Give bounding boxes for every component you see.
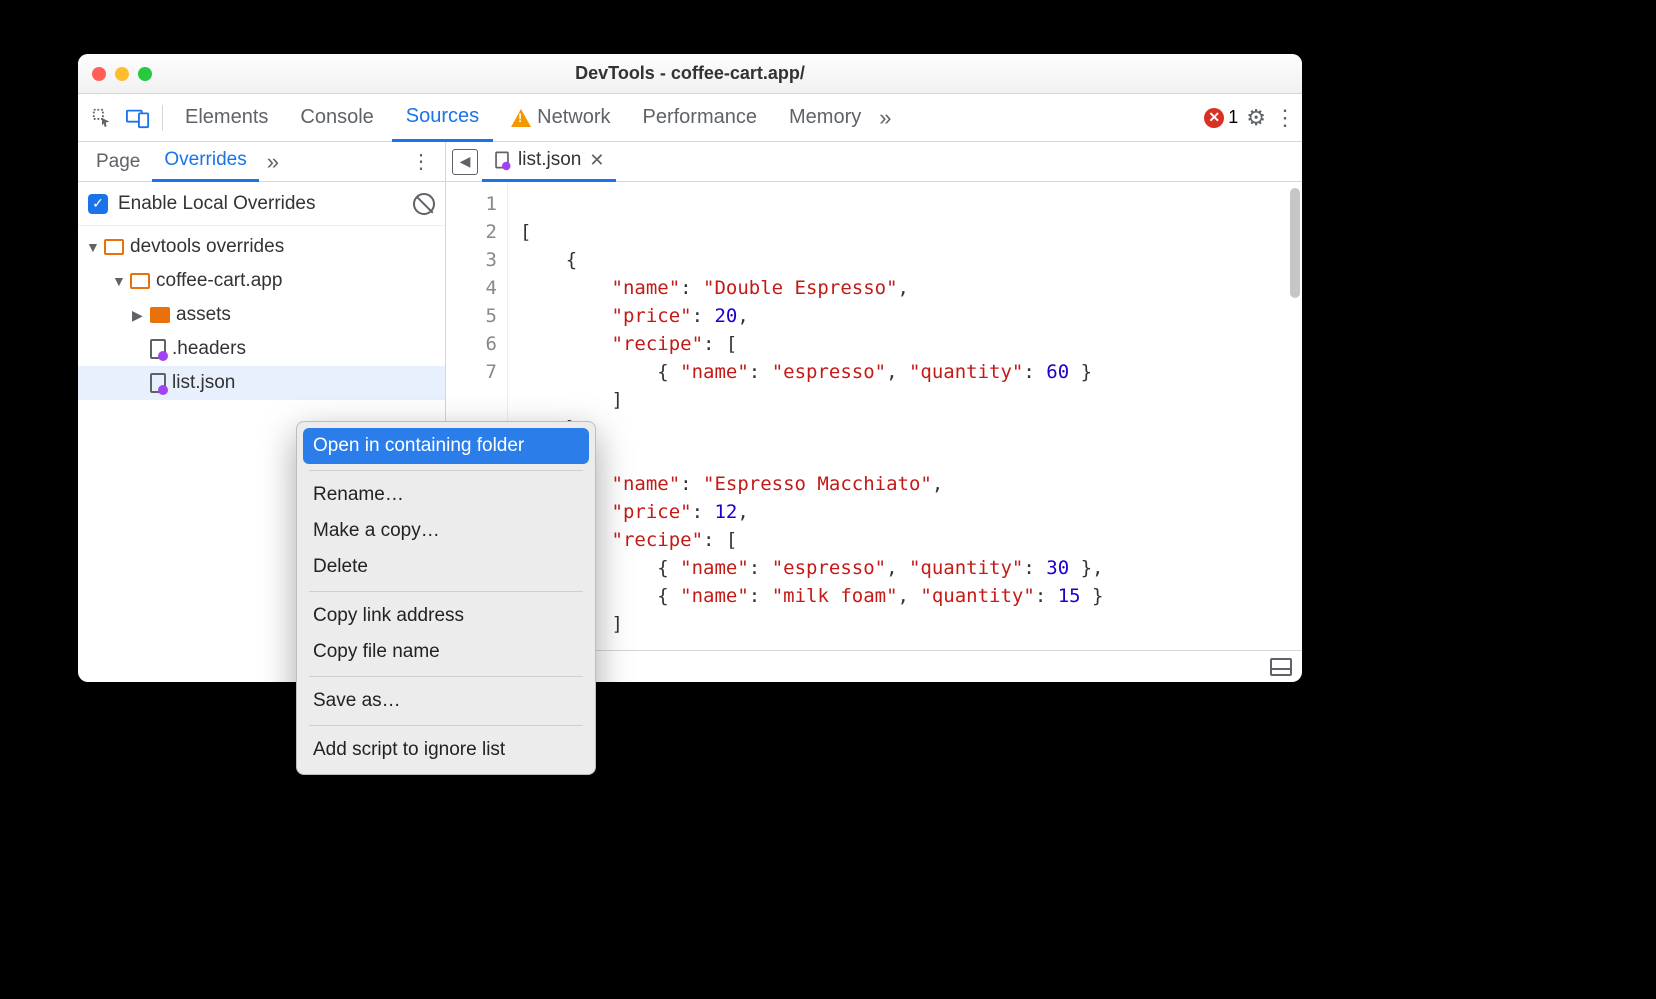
file-icon [150,339,166,359]
cm-make-copy[interactable]: Make a copy… [297,513,595,549]
disclosure-triangle-icon: ▼ [86,239,98,255]
toggle-navigator-icon[interactable]: ◀ [452,149,478,175]
line-number: 1 [446,190,497,218]
inspect-element-icon[interactable] [86,102,118,134]
devtools-window: DevTools - coffee-cart.app/ Elements Con… [78,54,1302,682]
tree-label: coffee-cart.app [156,270,282,292]
traffic-lights [92,67,152,81]
line-number: 7 [446,358,497,386]
enable-overrides-row: ✓ Enable Local Overrides [78,182,445,226]
enable-overrides-label: Enable Local Overrides [118,193,403,215]
cm-open-in-folder[interactable]: Open in containing folder [303,428,589,464]
close-window-button[interactable] [92,67,106,81]
cm-copy-link[interactable]: Copy link address [297,598,595,634]
tab-network[interactable]: Network [497,94,624,142]
line-number: 4 [446,274,497,302]
minimize-window-button[interactable] [115,67,129,81]
disclosure-triangle-icon: ▼ [112,273,124,289]
cm-rename[interactable]: Rename… [297,477,595,513]
kebab-menu-icon[interactable]: ⋮ [1274,105,1294,131]
line-number: 5 [446,302,497,330]
disclosure-triangle-icon: ▶ [132,307,144,324]
tree-folder-assets[interactable]: ▶ assets [78,298,445,332]
main-toolbar: Elements Console Sources Network Perform… [78,94,1302,142]
separator [309,470,583,471]
tab-sources[interactable]: Sources [392,94,493,142]
toggle-drawer-icon[interactable] [1270,658,1292,676]
cm-delete[interactable]: Delete [297,549,595,585]
tab-memory[interactable]: Memory [775,94,875,142]
device-toggle-icon[interactable] [122,102,154,134]
folder-icon [130,273,150,289]
enable-overrides-checkbox[interactable]: ✓ [88,194,108,214]
zoom-window-button[interactable] [138,67,152,81]
settings-icon[interactable]: ⚙ [1246,105,1266,131]
separator [162,105,163,131]
tree-label: list.json [172,372,235,394]
separator [309,725,583,726]
cm-add-ignore[interactable]: Add script to ignore list [297,732,595,768]
navigator-more-tabs-icon[interactable]: » [259,149,287,175]
tree-file-listjson[interactable]: list.json [78,366,445,400]
more-tabs-icon[interactable]: » [879,105,891,131]
file-icon [150,373,166,393]
tree-folder-domain[interactable]: ▼ coffee-cart.app [78,264,445,298]
tab-network-label: Network [537,106,610,129]
close-tab-icon[interactable]: ✕ [589,150,604,171]
context-menu: Open in containing folder Rename… Make a… [296,421,596,775]
tab-elements[interactable]: Elements [171,94,282,142]
navigator-kebab-icon[interactable]: ⋮ [403,149,439,174]
line-number: 3 [446,246,497,274]
tree-folder-root[interactable]: ▼ devtools overrides [78,230,445,264]
navigator-tab-overrides[interactable]: Overrides [152,142,258,182]
tree-label: devtools overrides [130,236,284,258]
error-count-badge[interactable]: ✕ 1 [1204,107,1238,128]
line-number: 6 [446,330,497,358]
navigator-tab-page[interactable]: Page [84,142,152,182]
cm-save-as[interactable]: Save as… [297,683,595,719]
tab-performance[interactable]: Performance [629,94,772,142]
error-icon: ✕ [1204,108,1224,128]
editor-tab-filename: list.json [518,149,581,171]
tab-console[interactable]: Console [286,94,387,142]
warning-icon [511,109,531,127]
file-icon [495,152,509,169]
tree-label: .headers [172,338,246,360]
separator [309,676,583,677]
cm-copy-filename[interactable]: Copy file name [297,634,595,670]
vertical-scrollbar[interactable] [1290,188,1300,298]
separator [309,591,583,592]
editor-tab-listjson[interactable]: list.json ✕ [482,142,616,182]
line-number: 2 [446,218,497,246]
tree-file-headers[interactable]: .headers [78,332,445,366]
clear-overrides-icon[interactable] [413,193,435,215]
editor-tabbar: ◀ list.json ✕ [446,142,1302,182]
folder-icon [104,239,124,255]
folder-icon [150,307,170,323]
tree-label: assets [176,304,231,326]
navigator-tabs: Page Overrides » ⋮ [78,142,445,182]
titlebar: DevTools - coffee-cart.app/ [78,54,1302,94]
window-title: DevTools - coffee-cart.app/ [152,63,1228,84]
code-content[interactable]: [ { "name": "Double Espresso", "price": … [508,182,1302,650]
error-count: 1 [1228,107,1238,128]
